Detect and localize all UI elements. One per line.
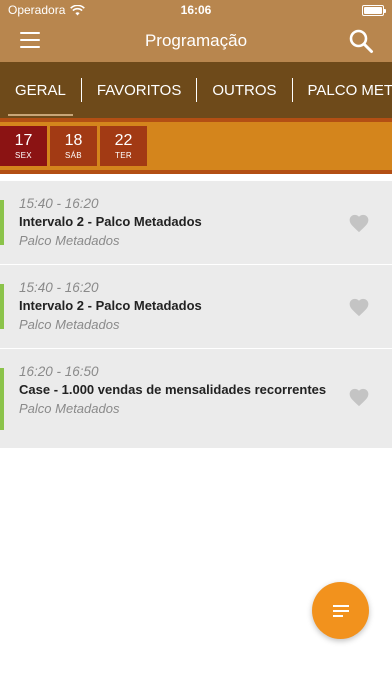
session-title: Intervalo 2 - Palco Metadados [19, 214, 202, 229]
session-accent-bar [0, 368, 4, 430]
date-item[interactable]: 17 SEX [0, 126, 47, 166]
session-card[interactable]: 16:20 - 16:50 Case - 1.000 vendas de men… [0, 348, 392, 448]
search-icon[interactable] [348, 28, 374, 54]
session-place: Palco Metadados [19, 401, 120, 416]
carrier-label: Operadora [8, 3, 66, 17]
heart-icon[interactable] [348, 297, 370, 317]
date-weekday: TER [115, 150, 132, 160]
session-title: Case - 1.000 vendas de mensalidades reco… [19, 382, 327, 397]
date-item[interactable]: 18 SÁB [50, 126, 97, 166]
status-left: Operadora [8, 3, 86, 17]
filter-fab-button[interactable] [312, 582, 369, 639]
hamburger-menu-icon[interactable] [20, 32, 40, 48]
heart-icon[interactable] [348, 387, 370, 407]
tab-palco-metadados[interactable]: PALCO METADADOS [293, 62, 392, 118]
filter-list-icon [332, 604, 349, 617]
date-weekday: SEX [15, 150, 32, 160]
session-card[interactable]: 15:40 - 16:20 Intervalo 2 - Palco Metada… [0, 264, 392, 348]
date-day-number: 18 [64, 131, 83, 149]
session-time: 15:40 - 16:20 [19, 280, 99, 295]
date-day-number: 17 [14, 131, 33, 149]
session-time: 15:40 - 16:20 [19, 196, 99, 211]
date-day-number: 22 [114, 131, 133, 149]
session-place: Palco Metadados [19, 233, 120, 248]
page-title: Programação [144, 31, 248, 50]
session-list: 15:40 - 16:20 Intervalo 2 - Palco Metada… [0, 180, 392, 448]
tab-favoritos[interactable]: FAVORITOS [82, 62, 196, 118]
session-place: Palco Metadados [19, 317, 120, 332]
session-card[interactable]: 15:40 - 16:20 Intervalo 2 - Palco Metada… [0, 180, 392, 264]
date-item[interactable]: 22 TER [100, 126, 147, 166]
app-bar: Programação [0, 20, 392, 62]
tab-bar: GERAL FAVORITOS OUTROS PALCO METADADOS [0, 62, 392, 118]
heart-icon[interactable] [348, 213, 370, 233]
session-time: 16:20 - 16:50 [19, 364, 99, 379]
session-title: Intervalo 2 - Palco Metadados [19, 298, 202, 313]
tab-geral[interactable]: GERAL [0, 62, 81, 118]
battery-icon [362, 4, 386, 16]
wifi-icon [70, 4, 86, 15]
date-selector: 17 SEX 18 SÁB 22 TER [0, 118, 392, 174]
session-accent-bar [0, 200, 4, 245]
session-accent-bar [0, 284, 4, 329]
status-bar: Operadora 16:06 [0, 0, 392, 20]
tab-outros[interactable]: OUTROS [197, 62, 291, 118]
date-weekday: SÁB [65, 150, 82, 160]
